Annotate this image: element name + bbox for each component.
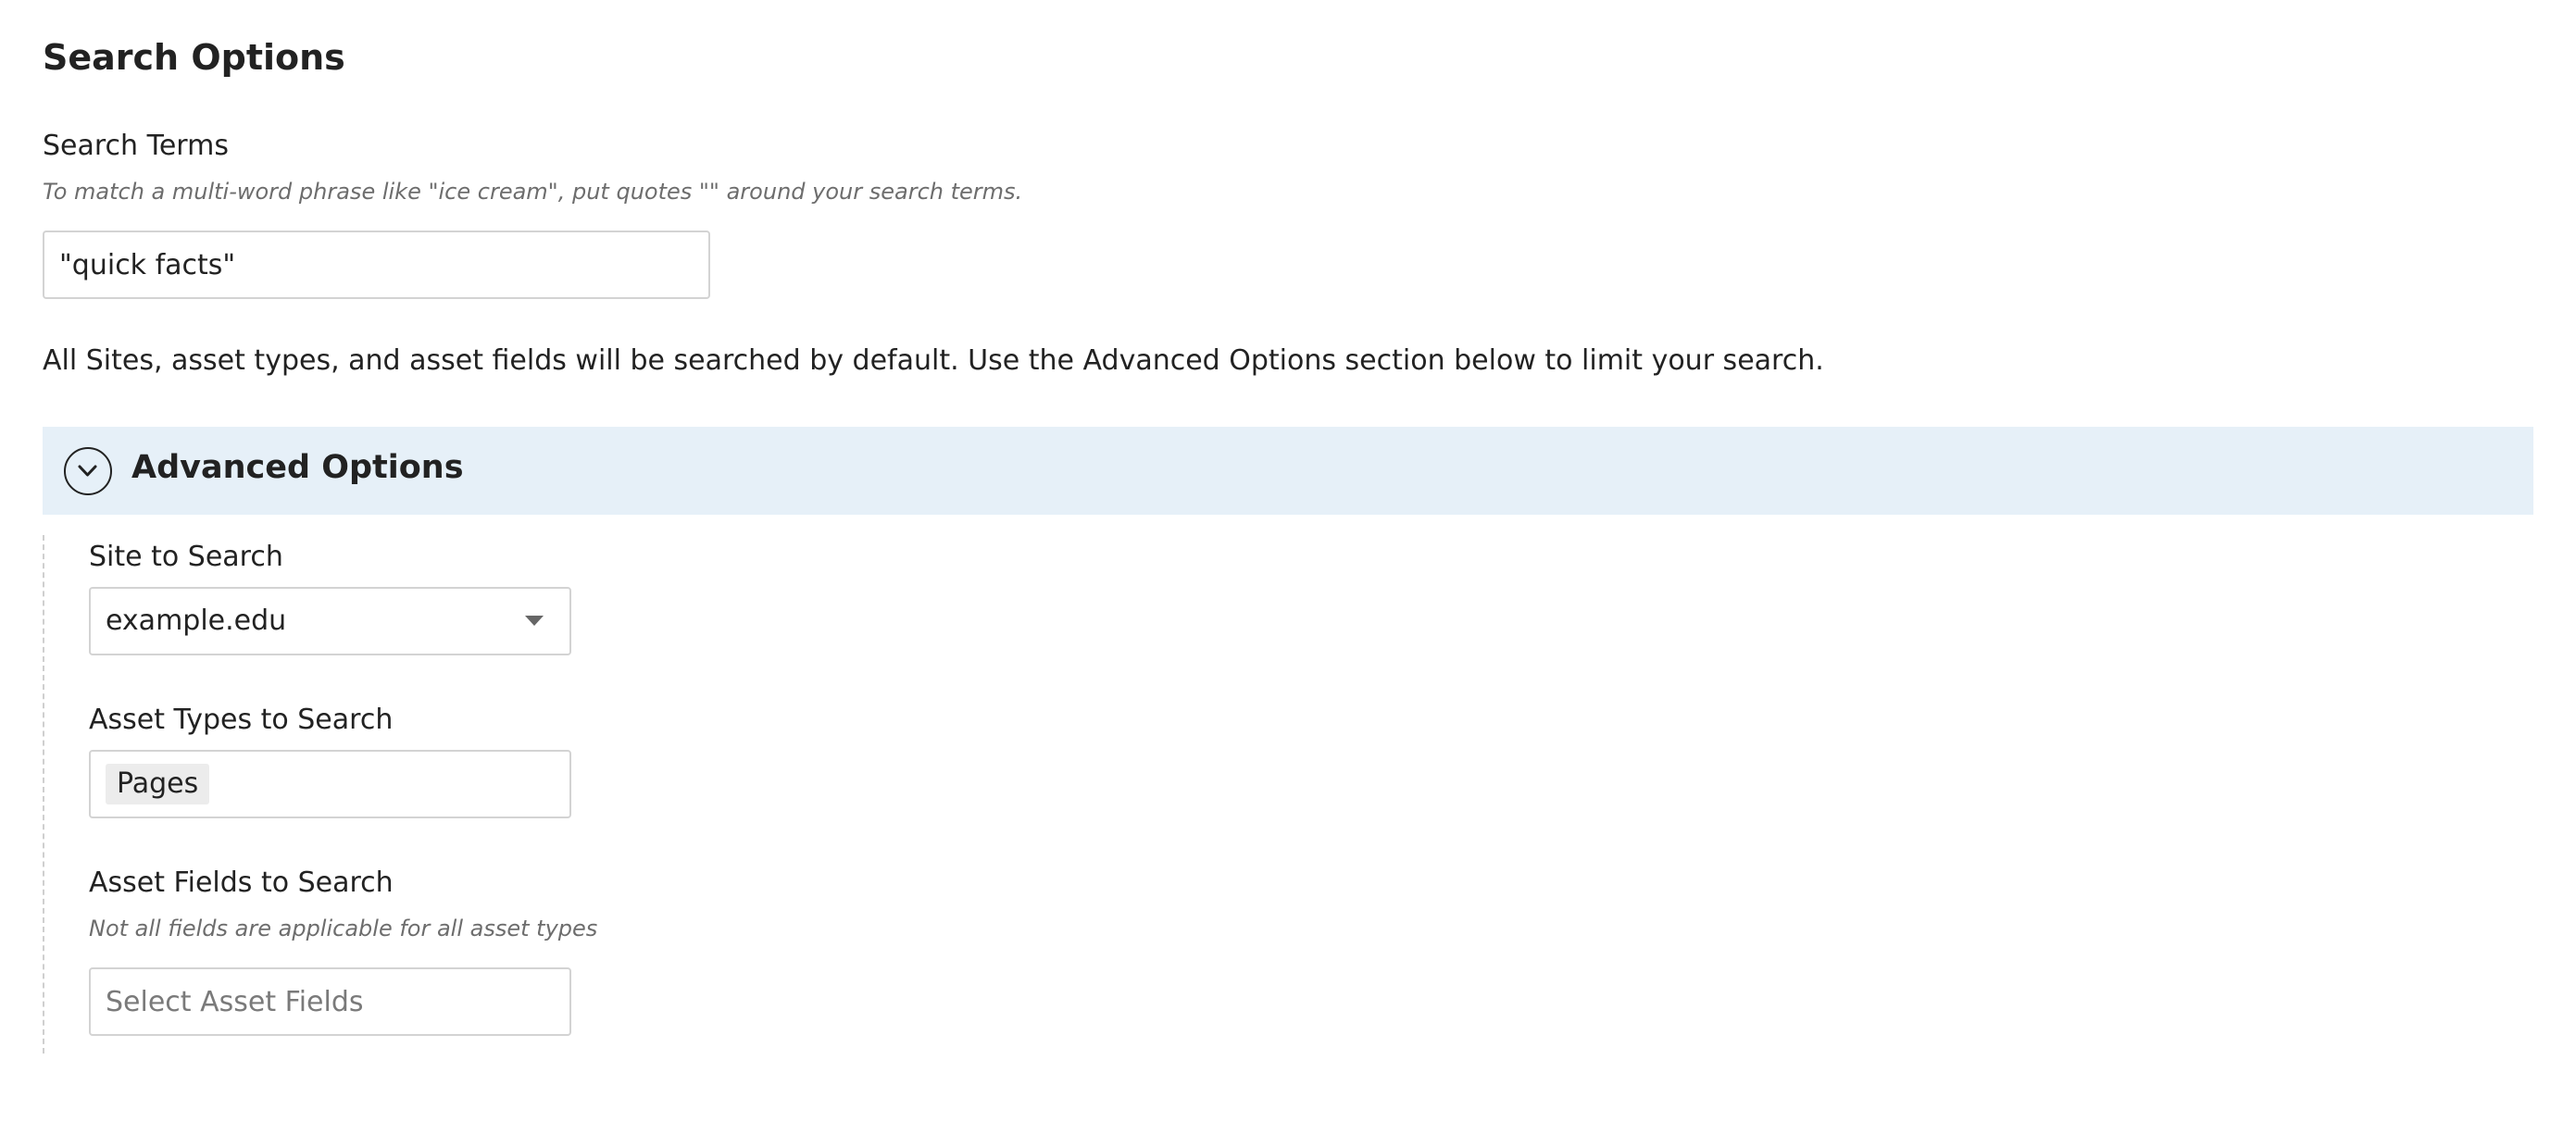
page-title: Search Options [43,37,345,78]
asset-types-multiselect[interactable]: Pages [89,750,571,818]
search-terms-help: To match a multi-word phrase like "ice c… [43,179,1023,205]
search-options-page: Search Options Search Terms To match a m… [0,0,2576,1122]
search-terms-label: Search Terms [43,130,229,162]
site-to-search-select[interactable]: example.edu [89,587,571,655]
asset-types-label: Asset Types to Search [89,704,394,736]
asset-fields-help: Not all fields are applicable for all as… [89,916,598,941]
asset-type-tag[interactable]: Pages [106,764,210,804]
asset-fields-input[interactable] [89,967,571,1036]
asset-fields-label: Asset Fields to Search [89,866,394,899]
search-terms-input[interactable] [43,231,710,299]
chevron-down-icon[interactable] [64,447,112,495]
advanced-options-toggle[interactable]: Advanced Options [43,427,2533,515]
site-selected-value: example.edu [106,605,287,637]
site-to-search-label: Site to Search [89,541,283,573]
advanced-options-title: Advanced Options [131,449,464,486]
caret-down-icon [525,616,544,626]
search-default-info: All Sites, asset types, and asset fields… [43,344,1824,377]
